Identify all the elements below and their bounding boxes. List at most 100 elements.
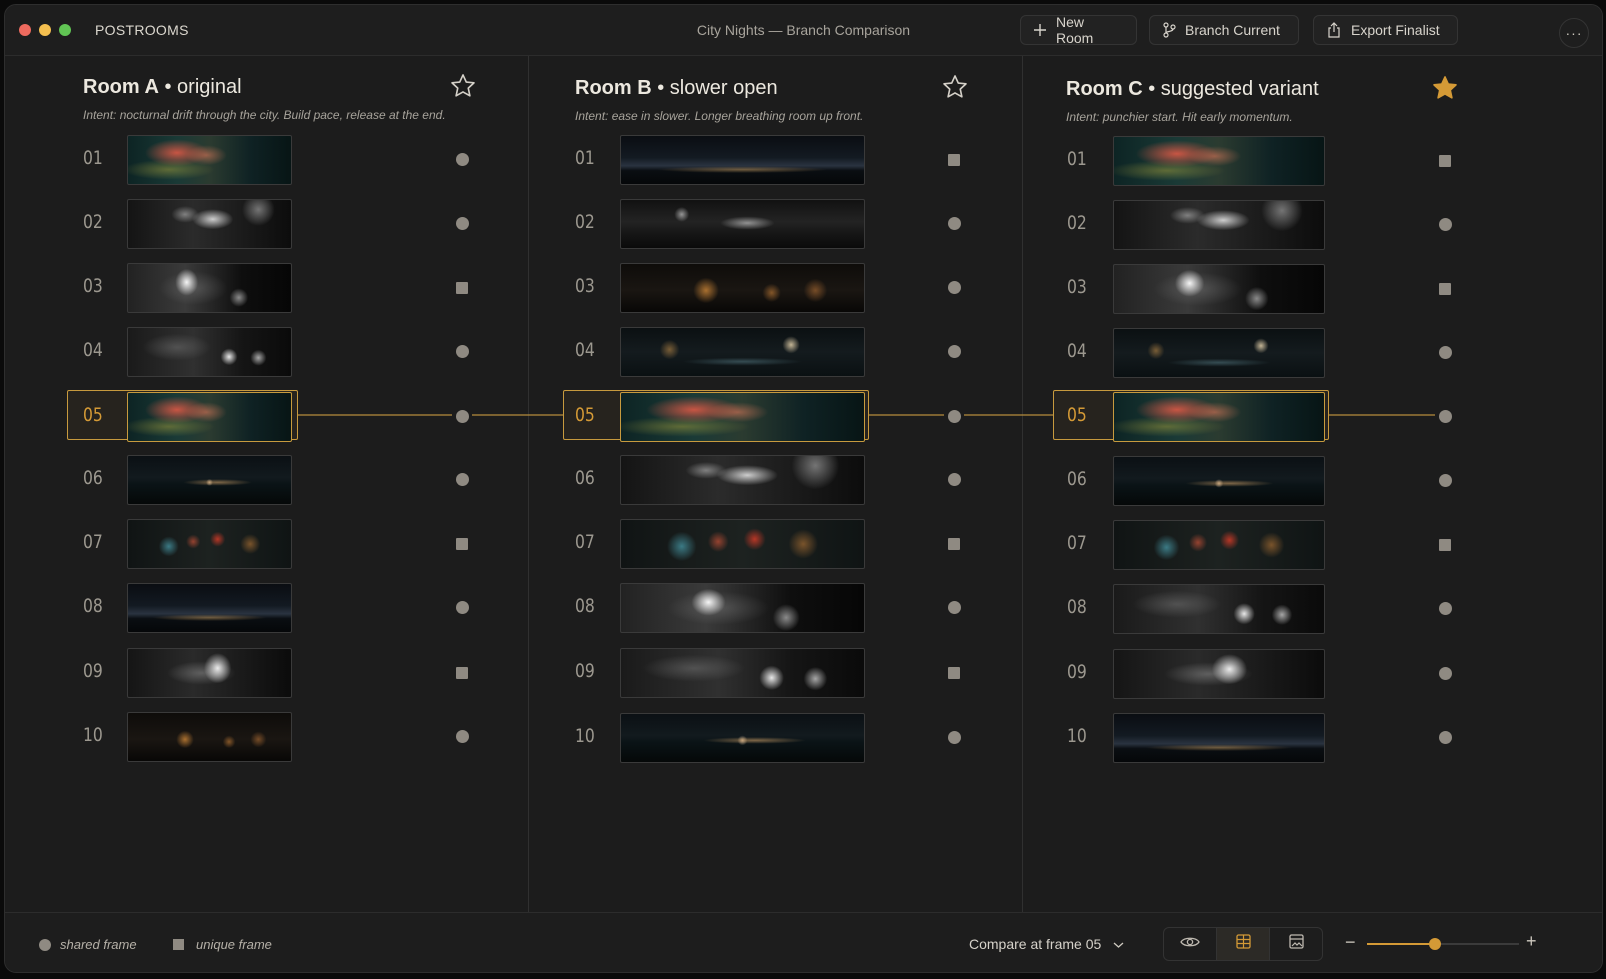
minimize-window-button[interactable] [39, 24, 51, 36]
compare-frame-label: Compare at frame 05 [969, 936, 1102, 952]
frame-thumbnail[interactable] [620, 392, 865, 442]
frame-thumbnail[interactable] [127, 327, 292, 377]
unique-frame-marker [456, 538, 468, 550]
room-title: Room A • original [83, 76, 242, 99]
branch-current-label: Branch Current [1185, 22, 1280, 38]
shared-frame-marker [1439, 474, 1452, 487]
plus-icon [1033, 23, 1047, 37]
shared-frame-marker [948, 731, 961, 744]
frame-number: 08 [1067, 596, 1087, 618]
new-room-button[interactable]: New Room [1020, 14, 1137, 46]
shared-frame-marker [456, 473, 469, 486]
frame-thumbnail[interactable] [620, 583, 865, 633]
chevron-down-icon [1113, 936, 1124, 952]
frame-thumbnail[interactable] [1113, 520, 1325, 570]
view-mode-grid[interactable] [1217, 928, 1270, 960]
more-options-button[interactable]: ··· [1559, 18, 1589, 48]
frame-number: 04 [575, 339, 595, 361]
frame-thumbnail[interactable] [620, 519, 865, 569]
star-outline-icon[interactable] [941, 73, 969, 101]
frame-thumbnail[interactable] [620, 455, 865, 505]
unique-frame-marker [456, 667, 468, 679]
title-separator: • [651, 77, 670, 99]
zoom-slider[interactable] [1367, 938, 1519, 950]
frame-thumbnail[interactable] [127, 392, 292, 442]
zoom-in-button[interactable]: + [1526, 931, 1537, 952]
frame-number: 10 [575, 725, 595, 747]
frame-number: 06 [83, 467, 103, 489]
export-finalist-button[interactable]: Export Finalist [1313, 15, 1458, 45]
unique-frame-marker [948, 667, 960, 679]
eye-icon [1180, 935, 1200, 954]
zoom-slider-handle[interactable] [1429, 938, 1441, 950]
frame-number: 02 [83, 211, 103, 233]
shared-frame-marker [456, 410, 469, 423]
branch-current-button[interactable]: Branch Current [1149, 15, 1299, 45]
frame-thumbnail[interactable] [127, 519, 292, 569]
frame-number: 10 [83, 724, 103, 746]
frame-number: 01 [83, 147, 103, 169]
maximize-window-button[interactable] [59, 24, 71, 36]
star-filled-icon[interactable] [1431, 74, 1459, 102]
title-separator: • [1142, 78, 1161, 100]
frame-thumbnail[interactable] [620, 199, 865, 249]
frame-thumbnail[interactable] [1113, 584, 1325, 634]
frame-thumbnail[interactable] [1113, 649, 1325, 699]
room-variant: original [177, 76, 242, 98]
frame-thumbnail[interactable] [127, 455, 292, 505]
frame-thumbnail[interactable] [620, 135, 865, 185]
frame-number: 05 [575, 404, 595, 426]
close-window-button[interactable] [19, 24, 31, 36]
frame-number: 10 [1067, 725, 1087, 747]
compare-frame-select[interactable]: Compare at frame 05 [969, 936, 1124, 952]
frame-thumbnail[interactable] [127, 199, 292, 249]
shared-frame-marker [456, 730, 469, 743]
room-intent: Intent: nocturnal drift through the city… [83, 108, 446, 122]
unique-frame-marker [1439, 283, 1451, 295]
shared-frame-marker [948, 281, 961, 294]
frame-thumbnail[interactable] [1113, 136, 1325, 186]
frame-number: 02 [1067, 212, 1087, 234]
frame-number: 03 [1067, 276, 1087, 298]
frame-thumbnail[interactable] [127, 135, 292, 185]
view-mode-image[interactable] [1270, 928, 1322, 960]
frame-number: 04 [83, 339, 103, 361]
unique-frame-marker [948, 154, 960, 166]
frame-thumbnail[interactable] [620, 713, 865, 763]
footer-bar: shared frame unique frame Compare at fra… [5, 912, 1602, 972]
frame-thumbnail[interactable] [620, 648, 865, 698]
frame-number: 09 [1067, 661, 1087, 683]
title-bar: POSTROOMS City Nights — Branch Compariso… [5, 5, 1602, 56]
frame-thumbnail[interactable] [1113, 392, 1325, 442]
legend-shared-label: shared frame [60, 937, 137, 952]
frame-thumbnail[interactable] [620, 327, 865, 377]
shared-frame-marker [1439, 731, 1452, 744]
legend-unique: unique frame [173, 937, 272, 952]
shared-frame-marker [456, 601, 469, 614]
frame-thumbnail[interactable] [620, 263, 865, 313]
frame-thumbnail[interactable] [1113, 328, 1325, 378]
frame-number: 07 [575, 531, 595, 553]
room-name: Room C [1066, 78, 1143, 100]
unique-frame-marker [1439, 539, 1451, 551]
frame-thumbnail[interactable] [127, 263, 292, 313]
star-outline-icon[interactable] [449, 72, 477, 100]
title-separator: • [158, 76, 178, 98]
view-mode-preview[interactable] [1164, 928, 1217, 960]
frame-thumbnail[interactable] [1113, 456, 1325, 506]
frame-number: 07 [1067, 532, 1087, 554]
zoom-out-button[interactable]: − [1345, 932, 1356, 953]
frame-number: 03 [83, 275, 103, 297]
frame-thumbnail[interactable] [127, 583, 292, 633]
frame-thumbnail[interactable] [127, 648, 292, 698]
shared-frame-marker [1439, 218, 1452, 231]
frame-thumbnail[interactable] [1113, 200, 1325, 250]
unique-frame-marker [1439, 155, 1451, 167]
export-finalist-label: Export Finalist [1351, 22, 1440, 38]
frame-thumbnail[interactable] [127, 712, 292, 762]
frame-number: 02 [575, 211, 595, 233]
frame-thumbnail[interactable] [1113, 264, 1325, 314]
frame-thumbnail[interactable] [1113, 713, 1325, 763]
room-name: Room B [575, 77, 652, 99]
shared-frame-marker [1439, 346, 1452, 359]
